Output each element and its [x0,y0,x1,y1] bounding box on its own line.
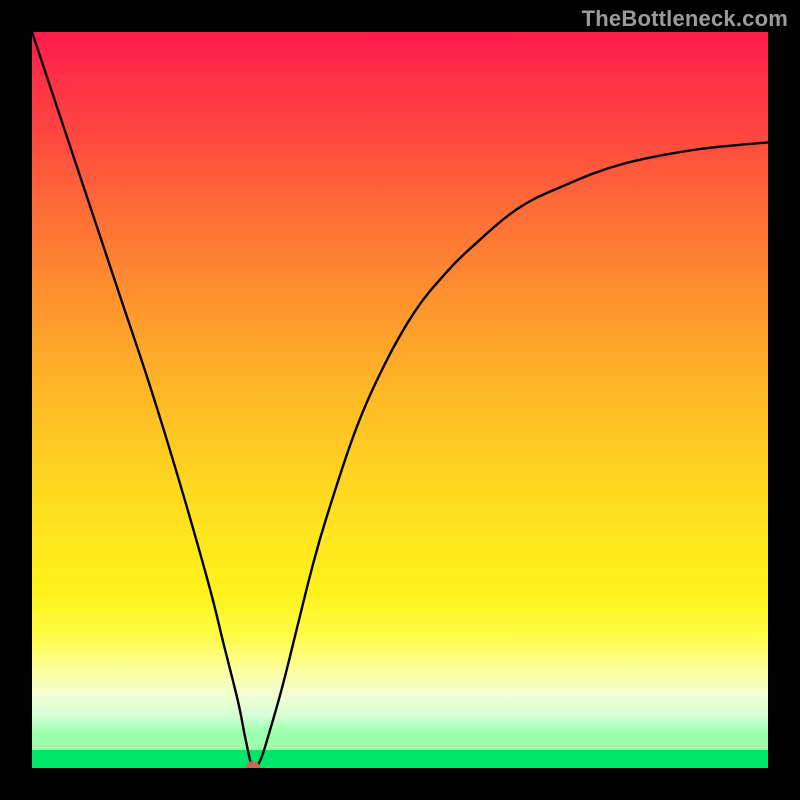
watermark-text: TheBottleneck.com [582,6,788,32]
min-point-marker [246,761,260,768]
bottleneck-curve [32,32,768,768]
curve-layer [32,32,768,768]
plot-area [32,32,768,768]
chart-frame: TheBottleneck.com [0,0,800,800]
